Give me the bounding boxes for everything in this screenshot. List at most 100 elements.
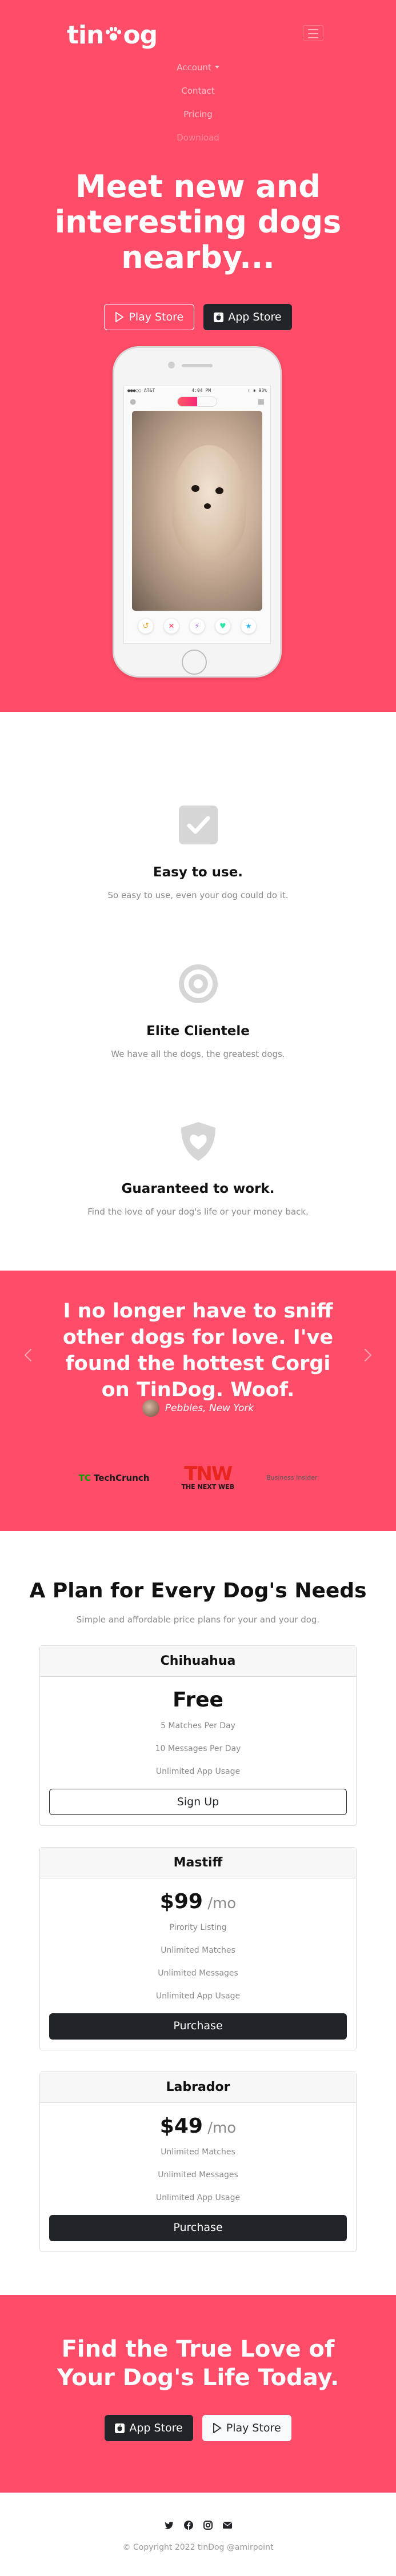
cta-title: Find the True Love of Your Dog's Life To…	[57, 2336, 339, 2391]
purchase-button[interactable]: Purchase	[49, 2215, 347, 2241]
hero-title: Meet new and interesting dogs nearby...	[54, 169, 342, 275]
social-links	[0, 2520, 396, 2530]
feature-elite-clientele: Elite Clientele We have all the dogs, th…	[0, 963, 396, 1059]
testimonial-author: Pebbles, New York	[0, 1400, 396, 1417]
dog-nose	[204, 503, 211, 509]
plan-card-labrador: Labrador $49 /mo Unlimited Matches Unlim…	[39, 2072, 357, 2252]
brand-text-suffix: og	[123, 21, 158, 50]
feature-title: Elite Clientele	[146, 1024, 250, 1039]
feature-guaranteed: Guaranteed to work. Find the love of you…	[0, 1121, 396, 1217]
play-icon	[115, 312, 124, 322]
phone-camera	[168, 362, 175, 368]
author-name: Pebbles, New York	[165, 1403, 254, 1414]
plan-price: Free	[173, 1688, 223, 1712]
nav-menu: Account Contact Pricing Download	[0, 59, 396, 153]
cta-section: Find the True Love of Your Dog's Life To…	[0, 2295, 396, 2493]
plan-name: Chihuahua	[40, 1646, 356, 1677]
hamburger-icon-bar	[308, 29, 318, 30]
hamburger-icon-bar	[308, 33, 318, 34]
app-store-button[interactable]: App Store	[203, 304, 292, 330]
phone-speaker	[182, 364, 213, 367]
plan-feature: Unlimited Matches	[161, 1946, 235, 1955]
features-section: Easy to use. So easy to use, even your d…	[0, 712, 396, 1271]
feature-text: So easy to use, even your dog could do i…	[107, 890, 289, 900]
feature-title: Guaranteed to work.	[121, 1181, 275, 1196]
plan-feature: Unlimited App Usage	[155, 2193, 241, 2202]
sign-up-button[interactable]: Sign Up	[49, 1789, 347, 1815]
brand-text-prefix: tin	[67, 21, 104, 50]
testimonial-quote: I no longer have to sniff other dogs for…	[62, 1300, 334, 1401]
envelope-icon[interactable]	[222, 2520, 233, 2530]
bullseye-icon	[178, 964, 218, 1003]
feature-text: We have all the dogs, the greatest dogs.	[111, 1049, 285, 1059]
pricing-title: A Plan for Every Dog's Needs	[29, 1579, 367, 1603]
feature-easy-to-use: Easy to use. So easy to use, even your d…	[0, 804, 396, 900]
phone-app-header: ● ■	[124, 395, 270, 408]
carousel-prev-icon[interactable]	[24, 1348, 38, 1362]
check-icon	[178, 806, 218, 844]
apple-icon	[115, 2423, 125, 2433]
boost-icon: ⚡	[190, 619, 205, 634]
apple-icon	[214, 312, 224, 322]
phone-home-button	[182, 650, 207, 675]
phone-mockup: ●●●○○ AT&T 4:04 PM ↑ ✱ 93% ● ■ ↺ ✕ ⚡ ♥ ★	[113, 346, 282, 678]
dog-eye	[215, 487, 223, 494]
pricing-subtitle: Simple and affordable price plans for yo…	[76, 1614, 320, 1625]
rewind-icon: ↺	[138, 619, 153, 634]
play-icon	[213, 2423, 222, 2433]
nav-item-download[interactable]: Download	[0, 130, 396, 153]
profile-icon: ●	[130, 397, 137, 406]
swipe-actions: ↺ ✕ ⚡ ♥ ★	[124, 613, 270, 639]
phone-status-bar: ●●●○○ AT&T 4:04 PM ↑ ✱ 93%	[127, 388, 267, 393]
pricing-section: A Plan for Every Dog's Needs Simple and …	[0, 1531, 396, 2295]
phone-screen: ●●●○○ AT&T 4:04 PM ↑ ✱ 93% ● ■ ↺ ✕ ⚡ ♥ ★	[123, 386, 271, 644]
avatar	[142, 1400, 159, 1417]
plan-card-chihuahua: Chihuahua Free 5 Matches Per Day 10 Mess…	[39, 1645, 357, 1826]
dog-eye	[191, 485, 199, 492]
plan-feature: Unlimited App Usage	[155, 1767, 241, 1776]
business-insider-logo: Business Insider	[266, 1474, 318, 1481]
nav-item-pricing[interactable]: Pricing	[0, 106, 396, 130]
techcrunch-logo: TC TechCrunch	[78, 1472, 150, 1483]
plan-feature: Unlimited Matches	[161, 2148, 235, 2157]
plan-feature: 5 Matches Per Day	[161, 1721, 235, 1730]
brand-logo[interactable]: tin og	[67, 21, 158, 50]
hamburger-icon-bar	[308, 37, 318, 38]
dog-illustration	[172, 445, 246, 559]
facebook-icon[interactable]	[183, 2520, 194, 2530]
dog-photo	[132, 411, 262, 611]
nav-item-account[interactable]: Account	[0, 59, 396, 83]
plan-feature: Unlimited Messages	[158, 1969, 238, 1978]
instagram-icon[interactable]	[203, 2520, 213, 2530]
feature-title: Easy to use.	[153, 865, 243, 880]
menu-toggle-button[interactable]	[303, 25, 323, 41]
plan-feature: Unlimited App Usage	[155, 1992, 241, 2001]
footer: © Copyright 2022 tinDog @amirpoint	[0, 2493, 396, 2576]
feature-text: Find the love of your dog's life or your…	[87, 1207, 309, 1217]
plan-feature: Pirority Listing	[169, 1923, 227, 1932]
plan-price: $49 /mo	[159, 2114, 237, 2138]
like-icon: ♥	[215, 619, 230, 634]
plan-feature: Unlimited Messages	[158, 2170, 238, 2180]
carousel-next-icon[interactable]	[358, 1348, 372, 1362]
hero-section: tin og Account Contact Pricing Download …	[0, 0, 396, 712]
caret-down-icon	[214, 66, 219, 69]
heart-shield-icon	[181, 1122, 215, 1161]
hero-download-buttons: Play Store App Store	[0, 304, 396, 330]
nope-icon: ✕	[164, 619, 179, 634]
purchase-button[interactable]: Purchase	[49, 2013, 347, 2040]
plan-name: Labrador	[40, 2072, 356, 2103]
app-store-button[interactable]: App Store	[105, 2415, 193, 2441]
paw-icon	[105, 26, 122, 44]
play-store-button[interactable]: Play Store	[104, 304, 195, 330]
nav-item-contact[interactable]: Contact	[0, 83, 396, 106]
twitter-icon[interactable]	[164, 2520, 174, 2530]
chat-icon: ■	[257, 397, 265, 406]
testimonial-section: I no longer have to sniff other dogs for…	[0, 1271, 396, 1531]
cta-download-buttons: App Store Play Store	[0, 2415, 396, 2441]
plan-feature: 10 Messages Per Day	[155, 1744, 241, 1753]
press-logos: TC TechCrunch TNW THE NEXT WEB Business …	[0, 1464, 396, 1491]
play-store-button[interactable]: Play Store	[202, 2415, 291, 2441]
plan-price: $99 /mo	[159, 1890, 237, 1913]
super-like-icon: ★	[241, 619, 256, 634]
